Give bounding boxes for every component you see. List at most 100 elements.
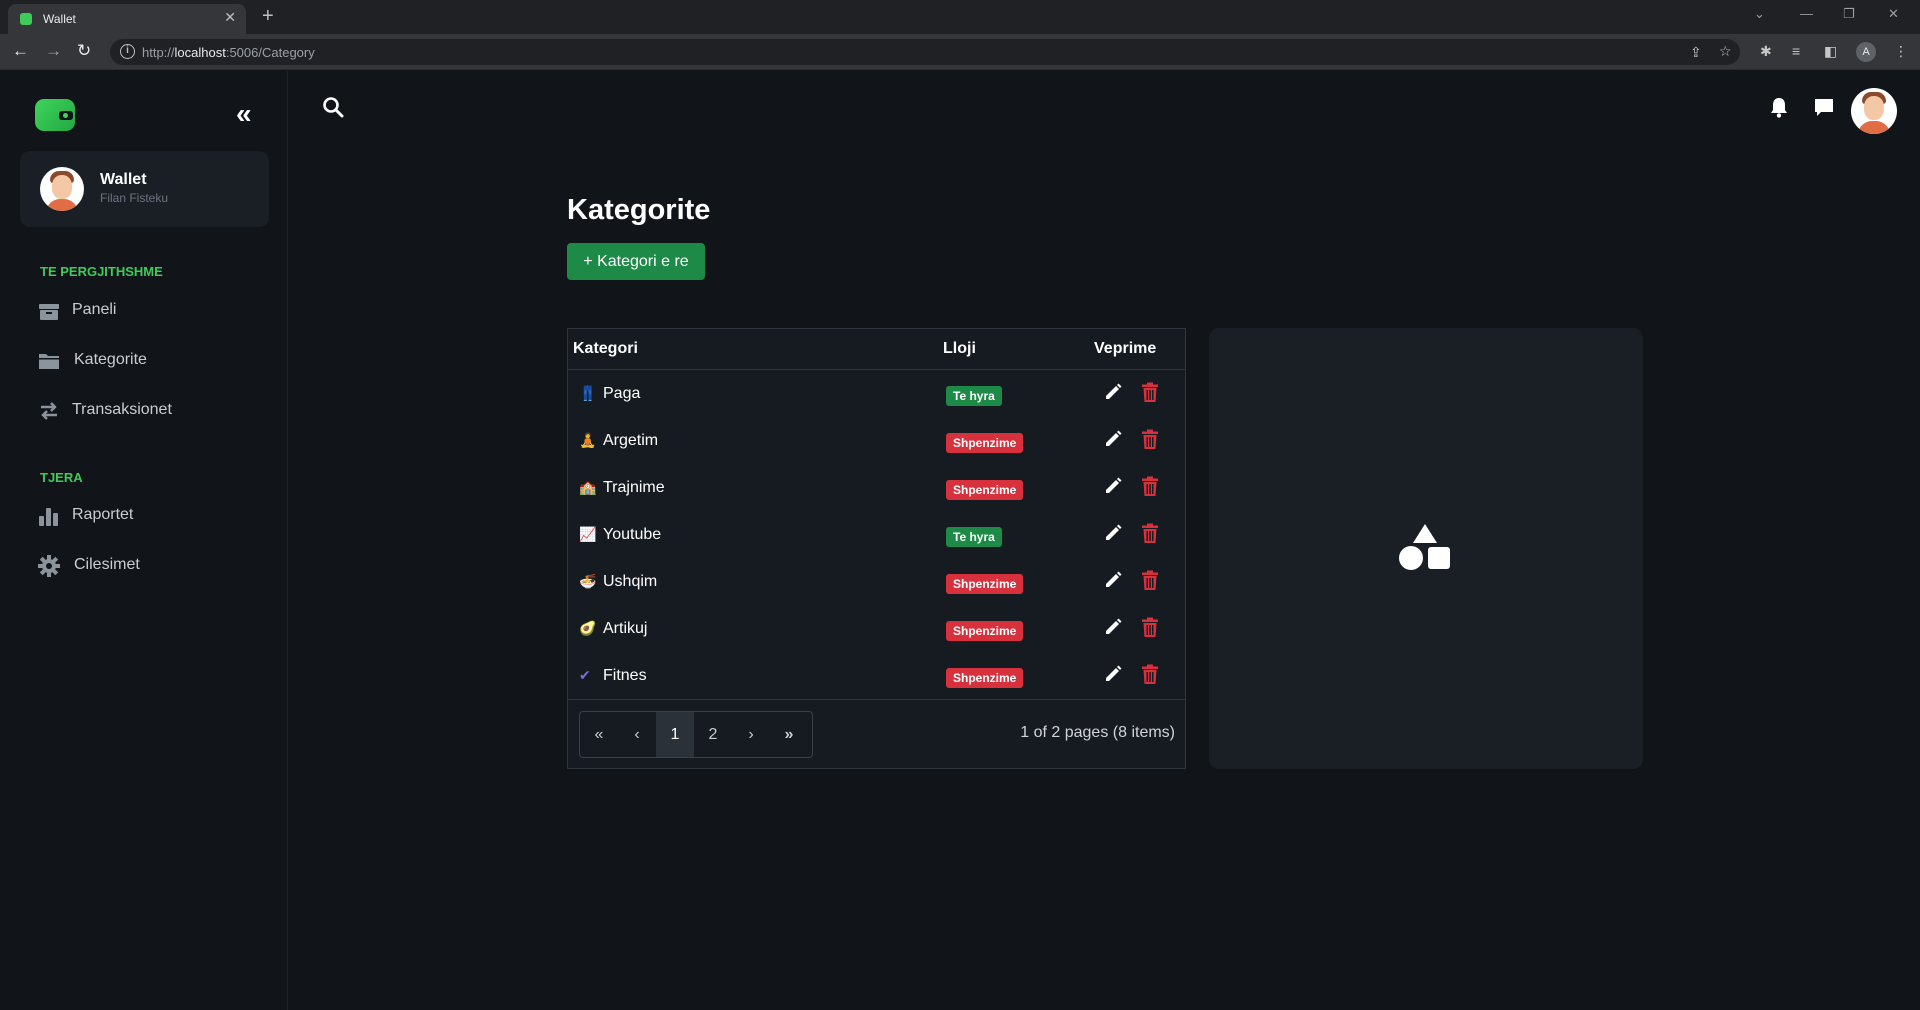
- status-badge: Te hyra: [946, 386, 1002, 406]
- info-icon[interactable]: i: [120, 44, 135, 59]
- category-emoji: 🍜: [579, 573, 597, 589]
- shapes-icon: [1399, 524, 1450, 570]
- edit-icon[interactable]: [1103, 382, 1123, 402]
- back-icon[interactable]: ←: [12, 41, 29, 61]
- media-icon[interactable]: ≡: [1792, 43, 1800, 59]
- sidebar-item-cilesimet[interactable]: Cilesimet: [38, 551, 258, 581]
- window-close-button[interactable]: ✕: [1888, 6, 1899, 22]
- page-1-button[interactable]: 1: [656, 712, 694, 757]
- exchange-icon: [38, 400, 60, 422]
- pagination: « ‹ 1 2 › »: [579, 711, 813, 758]
- status-badge: Te hyra: [946, 527, 1002, 547]
- column-header-actions: Veprime: [1094, 340, 1157, 357]
- status-badge: Shpenzime: [946, 574, 1024, 594]
- app-root: « Wallet Filan Fisteku TE PERGJITHSHME P…: [0, 71, 1920, 1010]
- category-name: Youtube: [603, 526, 662, 543]
- trash-icon[interactable]: [1141, 476, 1159, 497]
- last-page-button[interactable]: »: [770, 712, 808, 757]
- extensions-icon[interactable]: ✱: [1760, 43, 1772, 60]
- forward-icon[interactable]: →: [45, 41, 62, 61]
- minimize-button[interactable]: —: [1800, 6, 1813, 21]
- profile-avatar[interactable]: A: [1856, 42, 1876, 62]
- user-subtitle: Filan Fisteku: [100, 191, 169, 205]
- reload-icon[interactable]: ↻: [77, 41, 91, 61]
- bell-icon[interactable]: [1769, 96, 1791, 118]
- page-title: Kategorite: [567, 194, 711, 226]
- trash-icon[interactable]: [1141, 617, 1159, 638]
- trash-icon[interactable]: [1141, 570, 1159, 591]
- category-name: Fitnes: [603, 667, 647, 684]
- gear-icon: [38, 555, 60, 577]
- category-name: Artikuj: [603, 620, 648, 637]
- close-icon[interactable]: ✕: [224, 9, 236, 26]
- share-icon[interactable]: ⇪: [1690, 44, 1702, 61]
- category-name: Paga: [603, 385, 641, 402]
- search-icon[interactable]: [322, 96, 344, 118]
- header-avatar[interactable]: [1851, 88, 1897, 134]
- user-card[interactable]: Wallet Filan Fisteku: [20, 151, 269, 227]
- next-page-button[interactable]: ›: [732, 712, 770, 757]
- table-row: 🍜 Ushqim Shpenzime: [568, 558, 1185, 605]
- empty-state-card: [1209, 328, 1643, 769]
- tab-title: Wallet: [43, 12, 76, 26]
- sidebar-item-label: Kategorite: [74, 351, 147, 368]
- category-emoji: 🥑: [579, 620, 597, 636]
- status-badge: Shpenzime: [946, 668, 1024, 688]
- address-bar[interactable]: i http://localhost:5006/Category ⇪ ☆: [110, 39, 1740, 65]
- user-name: Wallet: [100, 171, 147, 188]
- column-header-type[interactable]: Lloji: [943, 340, 976, 358]
- browser-tab[interactable]: Wallet ✕: [8, 4, 246, 34]
- table-footer: « ‹ 1 2 › » 1 of 2 pages (8 items): [568, 699, 1185, 768]
- sidebar-item-transaksionet[interactable]: Transaksionet: [38, 396, 258, 426]
- edit-icon[interactable]: [1103, 617, 1123, 637]
- prev-page-button[interactable]: ‹: [618, 712, 656, 757]
- chat-icon[interactable]: [1813, 96, 1835, 118]
- edit-icon[interactable]: [1103, 664, 1123, 684]
- trash-icon[interactable]: [1141, 664, 1159, 685]
- edit-icon[interactable]: [1103, 429, 1123, 449]
- trash-icon[interactable]: [1141, 382, 1159, 403]
- table-header: Kategori Lloji Veprime: [568, 329, 1185, 370]
- wallet-logo-icon[interactable]: [35, 99, 75, 131]
- sidebar-item-label: Raportet: [72, 506, 134, 523]
- edit-icon[interactable]: [1103, 523, 1123, 543]
- sidebar-item-kategorite[interactable]: Kategorite: [38, 346, 258, 376]
- table-row: 🧘 Argetim Shpenzime: [568, 417, 1185, 464]
- new-tab-button[interactable]: +: [262, 4, 274, 28]
- edit-icon[interactable]: [1103, 570, 1123, 590]
- restore-button[interactable]: ❐: [1843, 6, 1855, 22]
- category-emoji: ✔: [579, 667, 591, 683]
- pagination-info: 1 of 2 pages (8 items): [1020, 724, 1175, 741]
- category-emoji: 📈: [579, 526, 597, 542]
- table-row: 📈 Youtube Te hyra: [568, 511, 1185, 558]
- first-page-button[interactable]: «: [580, 712, 618, 757]
- trash-icon[interactable]: [1141, 523, 1159, 544]
- collapse-sidebar-icon[interactable]: «: [236, 99, 252, 129]
- edit-icon[interactable]: [1103, 476, 1123, 496]
- sidebar-item-label: Cilesimet: [74, 556, 140, 573]
- wallet-favicon-icon: [20, 13, 32, 25]
- category-emoji: 🏫: [579, 479, 597, 495]
- sidebar-item-label: Transaksionet: [72, 401, 172, 418]
- chevron-down-icon[interactable]: ⌄: [1754, 6, 1765, 22]
- table-row: ✔ Fitnes Shpenzime: [568, 652, 1185, 699]
- section-title-general: TE PERGJITHSHME: [40, 264, 163, 279]
- menu-icon[interactable]: ⋮: [1894, 43, 1908, 60]
- sidepanel-icon[interactable]: ◧: [1824, 43, 1837, 60]
- sidebar-item-paneli[interactable]: Paneli: [38, 296, 258, 326]
- category-emoji: 🧘: [579, 432, 597, 448]
- status-badge: Shpenzime: [946, 480, 1024, 500]
- trash-icon[interactable]: [1141, 429, 1159, 450]
- status-badge: Shpenzime: [946, 433, 1024, 453]
- add-category-button[interactable]: + Kategori e re: [567, 243, 705, 280]
- sidebar-item-raportet[interactable]: Raportet: [38, 501, 258, 531]
- table-row: 🥑 Artikuj Shpenzime: [568, 605, 1185, 652]
- column-header-category[interactable]: Kategori: [573, 340, 638, 358]
- sidebar-item-label: Paneli: [72, 301, 117, 318]
- category-name: Trajnime: [603, 479, 665, 496]
- star-icon[interactable]: ☆: [1719, 43, 1732, 60]
- folder-icon: [38, 350, 60, 372]
- category-name: Ushqim: [603, 573, 658, 590]
- page-2-button[interactable]: 2: [694, 712, 732, 757]
- category-name: Argetim: [603, 432, 659, 449]
